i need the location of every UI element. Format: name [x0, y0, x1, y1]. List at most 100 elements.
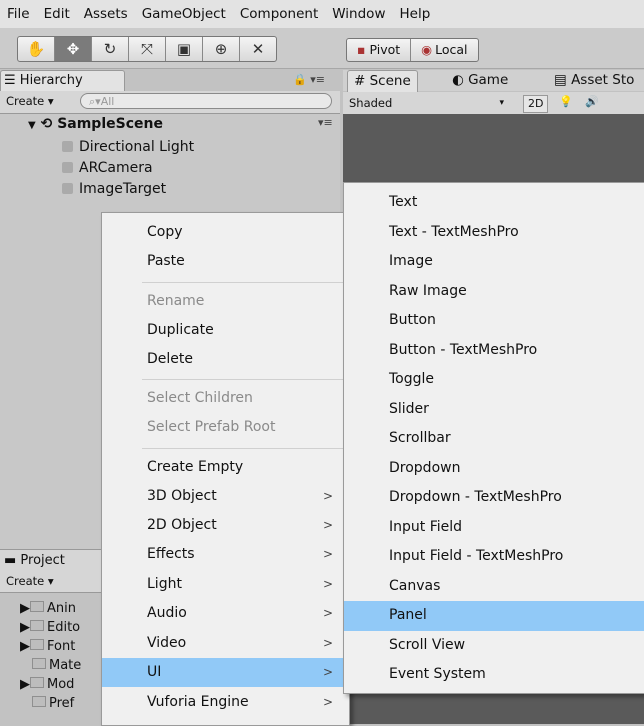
submenu-item-text[interactable]: Text [344, 188, 644, 218]
menu-window[interactable]: Window [325, 6, 392, 22]
menu-item-light[interactable]: Light > [102, 570, 349, 599]
menu-separator [142, 448, 347, 449]
submenu-item-slider[interactable]: Slider [344, 395, 644, 425]
menu-item-duplicate[interactable]: Duplicate [102, 316, 349, 345]
submenu-item-label: Raw Image [389, 282, 467, 299]
project-create-button[interactable]: Create ▾ [0, 570, 106, 593]
menu-gameobject[interactable]: GameObject [135, 6, 233, 22]
move-tool-icon[interactable]: ✥ [55, 37, 92, 61]
submenu-item-panel[interactable]: Panel [344, 601, 644, 631]
submenu-item-scrollbar[interactable]: Scrollbar [344, 424, 644, 454]
submenu-item-input-field[interactable]: Input Field [344, 513, 644, 543]
scale-tool-icon[interactable]: ⤧ [129, 37, 166, 61]
project-folder[interactable]: ▶ Edito [20, 620, 80, 635]
expand-arrow-icon[interactable]: ▼ [28, 120, 36, 131]
submenu-item-button-textmeshpro[interactable]: Button - TextMeshPro [344, 336, 644, 366]
tab-asset-store[interactable]: ▤ Asset Sto [548, 70, 640, 91]
folder-icon: ▬ [4, 553, 21, 568]
menu-item-audio[interactable]: Audio > [102, 599, 349, 628]
menu-item-vuforia-engine[interactable]: Vuforia Engine > [102, 688, 349, 717]
menu-item-rename[interactable]: Rename [102, 287, 349, 316]
menu-item-3d-object[interactable]: 3D Object > [102, 482, 349, 511]
menu-help[interactable]: Help [392, 6, 437, 22]
folder-label: Anin [47, 601, 76, 616]
hierarchy-context-menu: Copy Paste Rename Duplicate Delete Selec… [101, 212, 350, 726]
menu-separator [142, 379, 347, 380]
submenu-item-label: Toggle [389, 371, 435, 387]
submenu-item-text-textmeshpro[interactable]: Text - TextMeshPro [344, 218, 644, 248]
submenu-item-raw-image[interactable]: Raw Image [344, 277, 644, 307]
menu-item-paste[interactable]: Paste [102, 247, 349, 276]
project-folder[interactable]: Pref [32, 696, 74, 711]
hand-tool-icon[interactable]: ✋ [18, 37, 55, 61]
game-icon: ◐ [452, 72, 464, 88]
folder-label: Mod [47, 677, 75, 692]
hierarchy-item-label: ImageTarget [79, 181, 167, 197]
lighting-toggle-icon[interactable]: 💡 [559, 95, 573, 108]
store-icon: ▤ [554, 72, 567, 88]
menu-item-select-prefab-root[interactable]: Select Prefab Root [102, 413, 349, 442]
submenu-item-toggle[interactable]: Toggle [344, 365, 644, 395]
tab-scene[interactable]: # Scene [347, 70, 418, 92]
hierarchy-create-button[interactable]: Create ▾ [6, 94, 54, 109]
tab-game[interactable]: ◐ Game [446, 70, 514, 91]
hierarchy-item[interactable]: ImageTarget [62, 181, 166, 197]
submenu-item-dropdown[interactable]: Dropdown [344, 454, 644, 484]
ui-submenu: Text Text - TextMeshPro Image Raw Image … [343, 182, 644, 694]
transform-tool-icon[interactable]: ⊕ [203, 37, 240, 61]
tab-menu-icon[interactable]: ▾≡ [310, 73, 325, 86]
menu-file[interactable]: File [0, 6, 37, 22]
menu-item-video[interactable]: Video > [102, 629, 349, 658]
folder-arrow-icon: ▶ [20, 601, 30, 616]
submenu-item-input-field-textmeshpro[interactable]: Input Field - TextMeshPro [344, 542, 644, 572]
submenu-arrow-icon: > [322, 636, 333, 650]
menu-item-copy[interactable]: Copy [102, 218, 349, 247]
menu-component[interactable]: Component [233, 6, 325, 22]
project-folder[interactable]: Mate [32, 658, 81, 673]
local-button[interactable]: ◉ Local [411, 39, 477, 61]
menu-item-label: Video [147, 635, 187, 651]
project-folder[interactable]: ▶ Mod [20, 677, 74, 692]
folder-icon [30, 677, 44, 688]
project-folder[interactable]: ▶ Font [20, 639, 75, 654]
hierarchy-item[interactable]: ARCamera [62, 160, 153, 176]
folder-arrow-icon: ▶ [20, 620, 30, 635]
submenu-item-event-system[interactable]: Event System [344, 660, 644, 690]
menu-item-delete[interactable]: Delete [102, 345, 349, 374]
2d-toggle-button[interactable]: 2D [523, 95, 549, 113]
submenu-item-label: Image [389, 253, 433, 269]
hierarchy-item[interactable]: Directional Light [62, 139, 194, 155]
menu-item-effects[interactable]: Effects > [102, 540, 349, 569]
rect-tool-icon[interactable]: ▣ [166, 37, 203, 61]
project-folder[interactable]: ▶ Anin [20, 601, 76, 616]
submenu-item-button[interactable]: Button [344, 306, 644, 336]
menu-assets[interactable]: Assets [77, 6, 135, 22]
scene-root-row[interactable]: ▼ ⟲ SampleScene ▾≡ [28, 116, 333, 132]
menu-edit[interactable]: Edit [37, 6, 77, 22]
custom-tool-icon[interactable]: ✕ [240, 37, 276, 61]
submenu-item-label: Dropdown - TextMeshPro [389, 489, 562, 505]
menu-item-ui[interactable]: UI > [102, 658, 349, 687]
menu-item-create-empty[interactable]: Create Empty [102, 453, 349, 482]
lock-icon[interactable]: 🔒 [293, 73, 307, 86]
submenu-item-dropdown-textmeshpro[interactable]: Dropdown - TextMeshPro [344, 483, 644, 513]
pivot-button[interactable]: ▪ Pivot [347, 39, 412, 61]
submenu-item-scroll-view[interactable]: Scroll View [344, 631, 644, 661]
submenu-item-label: Canvas [389, 577, 441, 594]
submenu-item-canvas[interactable]: Canvas [344, 572, 644, 602]
submenu-item-image[interactable]: Image [344, 247, 644, 277]
rotate-tool-icon[interactable]: ↻ [92, 37, 129, 61]
shading-mode-value: Shaded [349, 96, 393, 110]
submenu-item-label: Panel [389, 607, 427, 623]
submenu-item-label: Dropdown [389, 459, 461, 476]
hierarchy-search-input[interactable]: ⌕▾All [80, 93, 332, 109]
menu-item-2d-object[interactable]: 2D Object > [102, 511, 349, 540]
menu-item-select-children[interactable]: Select Children [102, 384, 349, 413]
shading-mode-dropdown[interactable]: Shaded ▾ [349, 95, 504, 111]
scene-options-icon[interactable]: ▾≡ [318, 116, 333, 129]
submenu-item-label: Input Field [389, 518, 463, 535]
menu-item-label: Delete [147, 351, 193, 367]
audio-toggle-icon[interactable]: 🔊 [585, 95, 599, 108]
project-tab[interactable]: ▬ Project [0, 549, 104, 571]
hierarchy-tab[interactable]: ☰ Hierarchy [0, 70, 125, 91]
